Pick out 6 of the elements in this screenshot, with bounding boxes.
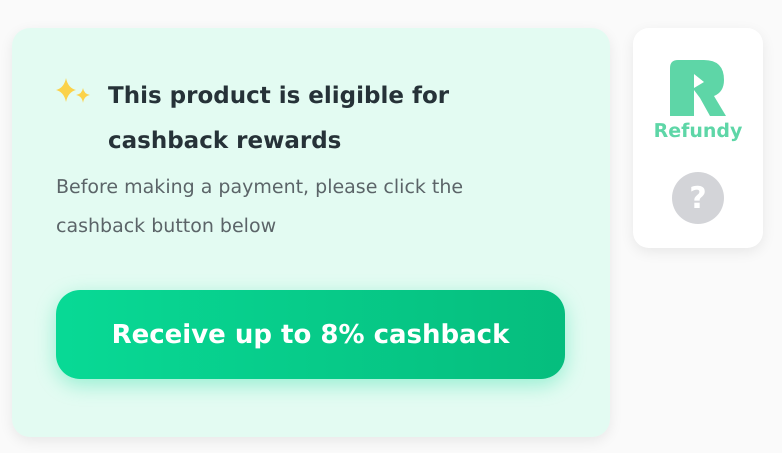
logo-icon — [670, 60, 726, 116]
help-button[interactable]: ? — [672, 172, 724, 224]
offer-description: Before making a payment, please click the cashback button below — [56, 175, 464, 239]
cashback-button[interactable]: Receive up to 8% cashback — [56, 290, 565, 379]
offer-title: This product is eligible for cashback rewards — [108, 82, 450, 156]
brand-name: Refundy — [654, 120, 742, 142]
